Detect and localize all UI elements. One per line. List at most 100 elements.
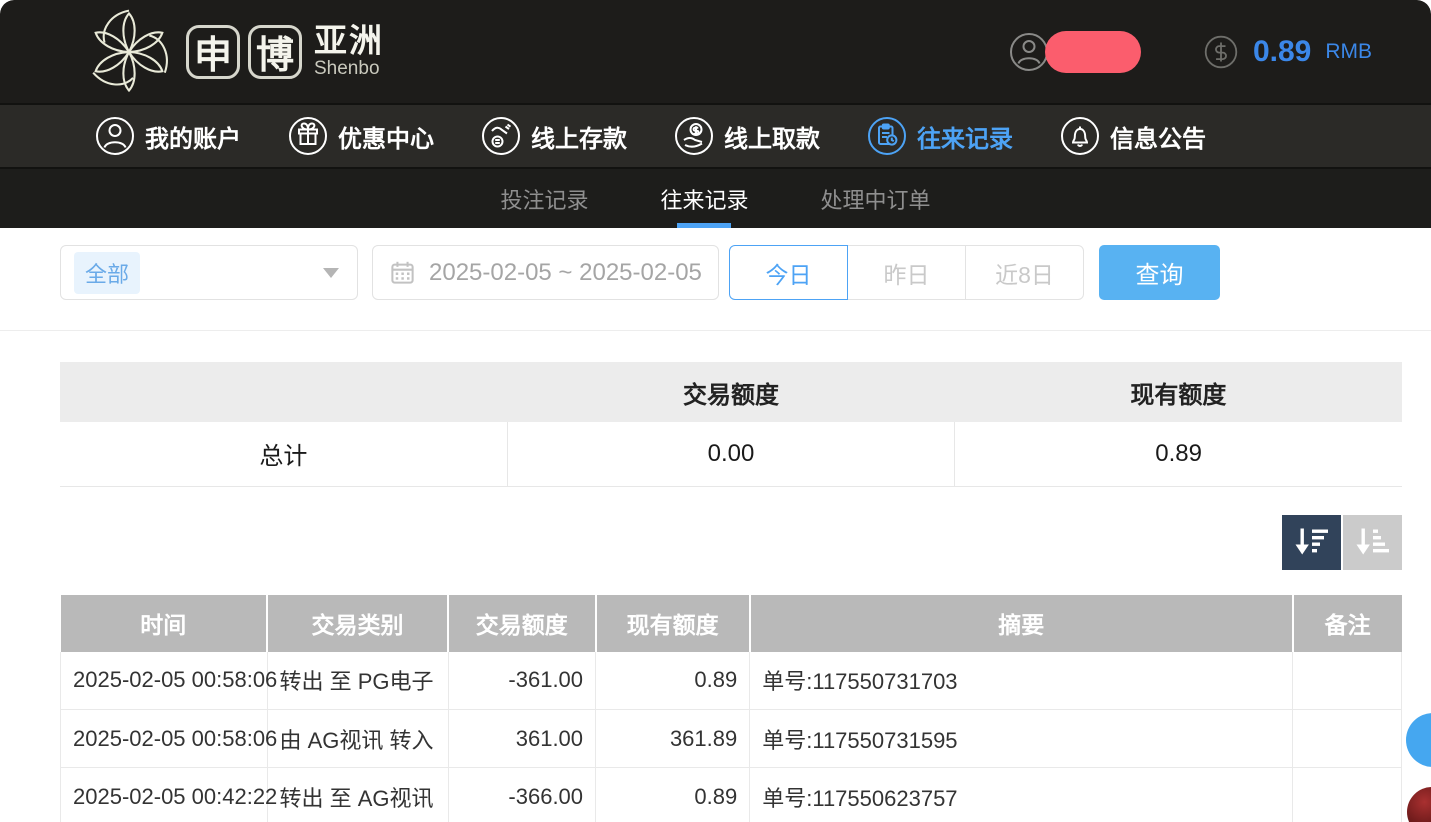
summary-header-balance: 现有额度 xyxy=(955,362,1402,422)
col-header-amount: 交易额度 xyxy=(448,595,596,652)
calendar-icon xyxy=(389,259,416,286)
col-header-balance: 现有额度 xyxy=(596,595,750,652)
category-select[interactable]: 全部 xyxy=(60,245,358,300)
summary-transaction-total: 0.00 xyxy=(507,422,954,486)
nav-label: 线上取款 xyxy=(724,119,820,154)
brand-logo[interactable]: 申 博 亚洲 Shenbo xyxy=(82,5,384,99)
nav-label: 信息公告 xyxy=(1110,119,1206,154)
cell-summary: 单号:117550623757 xyxy=(750,768,1293,822)
nav-item-promotions[interactable]: 优惠中心 xyxy=(288,116,434,156)
gift-icon xyxy=(288,116,328,156)
today-button[interactable]: 今日 xyxy=(729,245,848,300)
col-header-summary: 摘要 xyxy=(750,595,1293,652)
table-row: 2025-02-05 00:42:22 转出 至 AG视讯 -366.00 0.… xyxy=(61,768,1402,822)
sort-descending-button[interactable] xyxy=(1282,515,1341,570)
record-tabs: 投注记录 往来记录 处理中订单 xyxy=(0,167,1431,228)
cell-type: 转出 至 AG视讯 xyxy=(267,768,448,822)
range-label: 近8日 xyxy=(995,256,1054,290)
balance-amount: 0.89 xyxy=(1253,35,1311,69)
records-table: 时间 交易类别 交易额度 现有额度 摘要 备注 2025-02-05 00:58… xyxy=(60,595,1402,822)
table-row: 2025-02-05 00:58:06 转出 至 PG电子 -361.00 0.… xyxy=(61,652,1402,710)
cell-type: 由 AG视讯 转入 xyxy=(267,710,448,768)
date-range-input[interactable]: 2025-02-05 ~ 2025-02-05 xyxy=(372,245,719,300)
cell-amount: -366.00 xyxy=(448,768,596,822)
tab-transaction-records[interactable]: 往来记录 xyxy=(660,169,748,228)
bell-icon xyxy=(1060,116,1100,156)
site-header: 申 博 亚洲 Shenbo 0.89 xyxy=(0,0,1431,103)
nav-label: 我的账户 xyxy=(145,119,241,154)
cell-balance: 361.89 xyxy=(596,710,750,768)
cell-amount: -361.00 xyxy=(448,652,596,710)
nav-label: 往来记录 xyxy=(917,119,1013,154)
summary-total-label: 总计 xyxy=(60,422,507,486)
range-label: 昨日 xyxy=(884,256,930,290)
col-header-note: 备注 xyxy=(1293,595,1402,652)
nav-label: 优惠中心 xyxy=(338,119,434,154)
brand-char-box: 博 xyxy=(248,25,302,79)
sort-ascending-button[interactable] xyxy=(1343,515,1402,570)
nav-item-my-account[interactable]: 我的账户 xyxy=(95,116,241,156)
tab-betting-records[interactable]: 投注记录 xyxy=(500,169,588,228)
tab-label: 投注记录 xyxy=(500,183,588,215)
cell-balance: 0.89 xyxy=(596,652,750,710)
cell-type: 转出 至 PG电子 xyxy=(267,652,448,710)
cell-time: 2025-02-05 00:58:06 xyxy=(61,710,268,768)
tab-pending-orders[interactable]: 处理中订单 xyxy=(821,169,931,228)
user-avatar-icon xyxy=(1009,32,1049,72)
table-row: 2025-02-05 00:58:06 由 AG视讯 转入 361.00 361… xyxy=(61,710,1402,768)
sort-descending-icon xyxy=(1294,527,1330,557)
main-nav: 我的账户 优惠中心 线上存款 xyxy=(0,103,1431,167)
cell-summary: 单号:117550731703 xyxy=(750,652,1293,710)
cell-note xyxy=(1293,768,1402,822)
summary-header-row: 交易额度 现有额度 xyxy=(60,362,1402,422)
range-label: 今日 xyxy=(766,256,812,290)
cell-note xyxy=(1293,710,1402,768)
filters-strip: 全部 2025-02-05 ~ 2025-02-05 xyxy=(0,228,1431,331)
date-range-value: 2025-02-05 ~ 2025-02-05 xyxy=(429,259,702,287)
withdraw-icon xyxy=(674,116,714,156)
quick-range-group: 今日 昨日 近8日 xyxy=(729,245,1084,300)
sort-ascending-icon xyxy=(1355,527,1391,557)
cell-note xyxy=(1293,652,1402,710)
balance-area[interactable]: 0.89 RMB xyxy=(1203,34,1372,70)
col-header-type: 交易类别 xyxy=(267,595,448,652)
records-header-row: 时间 交易类别 交易额度 现有额度 摘要 备注 xyxy=(61,595,1402,652)
user-icon xyxy=(95,116,135,156)
summary-header-empty xyxy=(60,362,507,422)
records-icon xyxy=(867,116,907,156)
summary-balance-total: 0.89 xyxy=(955,422,1402,486)
brand-char-box: 申 xyxy=(186,25,240,79)
summary-table: 交易额度 现有额度 总计 0.00 0.89 xyxy=(60,362,1402,487)
chevron-down-icon xyxy=(323,268,339,278)
summary-total-row: 总计 0.00 0.89 xyxy=(60,422,1402,486)
col-header-time: 时间 xyxy=(61,595,268,652)
sort-controls xyxy=(60,515,1402,570)
last-8-days-button[interactable]: 近8日 xyxy=(965,245,1084,300)
brand-region-text: 亚洲 xyxy=(314,23,384,59)
user-account-area[interactable] xyxy=(1009,31,1141,73)
content: 全部 2025-02-05 ~ 2025-02-05 xyxy=(0,228,1431,822)
brand-subtitle: Shenbo xyxy=(314,59,384,80)
cell-time: 2025-02-05 00:42:22 xyxy=(61,768,268,822)
category-selected-chip: 全部 xyxy=(74,252,140,294)
cell-summary: 单号:117550731595 xyxy=(750,710,1293,768)
cell-time: 2025-02-05 00:58:06 xyxy=(61,652,268,710)
cell-balance: 0.89 xyxy=(596,768,750,822)
nav-item-deposit[interactable]: 线上存款 xyxy=(481,116,627,156)
nav-label: 线上存款 xyxy=(531,119,627,154)
tab-label: 往来记录 xyxy=(660,183,748,215)
cell-amount: 361.00 xyxy=(448,710,596,768)
page: 申 博 亚洲 Shenbo 0.89 xyxy=(0,0,1431,822)
deposit-icon xyxy=(481,116,521,156)
yesterday-button[interactable]: 昨日 xyxy=(847,245,966,300)
balance-currency: RMB xyxy=(1325,40,1372,64)
shenbo-flower-logo-icon xyxy=(82,5,176,99)
query-button[interactable]: 查询 xyxy=(1099,245,1220,300)
nav-item-transaction-records[interactable]: 往来记录 xyxy=(867,116,1013,156)
nav-item-announcements[interactable]: 信息公告 xyxy=(1060,116,1206,156)
nav-item-withdraw[interactable]: 线上取款 xyxy=(674,116,820,156)
dollar-coin-icon xyxy=(1203,34,1239,70)
tab-label: 处理中订单 xyxy=(821,183,931,215)
summary-header-transaction: 交易额度 xyxy=(507,362,954,422)
username-redaction xyxy=(1045,31,1141,73)
